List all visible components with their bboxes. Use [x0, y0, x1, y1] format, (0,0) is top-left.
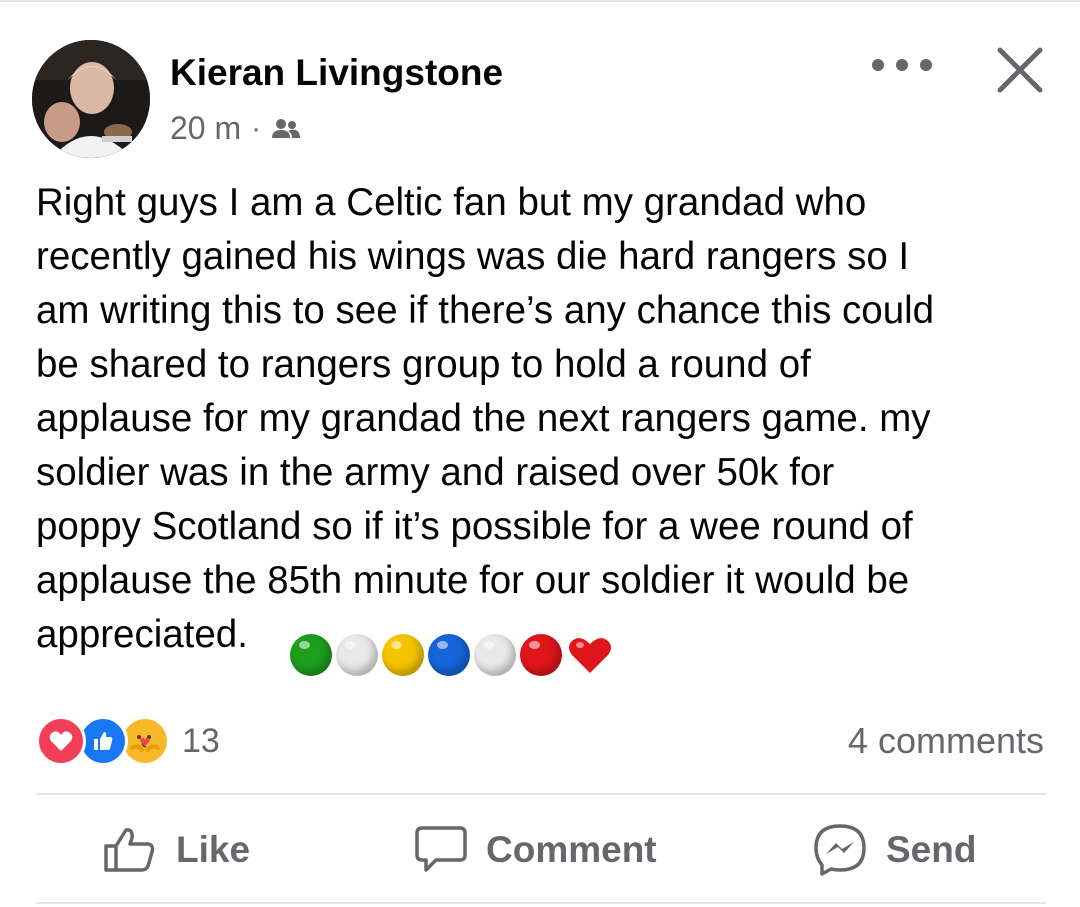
blue-circle-emoji	[428, 634, 470, 676]
divider	[36, 793, 1046, 795]
send-button[interactable]: Send	[812, 818, 976, 882]
reactions-summary[interactable]: 13	[36, 716, 220, 766]
more-dot	[920, 59, 932, 71]
reaction-count: 13	[182, 721, 220, 760]
more-dot	[872, 59, 884, 71]
avatar-photo	[32, 40, 150, 158]
thumbs-up-icon	[104, 828, 155, 872]
comments-count[interactable]: 4 comments	[848, 720, 1044, 762]
green-circle-emoji	[290, 634, 332, 676]
emoji-row	[290, 634, 612, 676]
comment-button[interactable]: Comment	[414, 818, 657, 882]
friends-icon	[272, 118, 301, 138]
top-border	[0, 0, 1080, 2]
post-text: Right guys I am a Celtic fan but my gran…	[36, 181, 935, 656]
post-meta: 20 m ·	[170, 110, 301, 147]
yellow-circle-emoji	[382, 634, 424, 676]
like-label: Like	[176, 829, 251, 870]
author-name[interactable]: Kieran Livingstone	[170, 52, 503, 94]
messenger-icon	[814, 824, 866, 876]
close-button[interactable]	[992, 42, 1048, 98]
avatar[interactable]	[32, 40, 150, 158]
more-options-button[interactable]	[872, 50, 932, 80]
white-circle-emoji	[336, 634, 378, 676]
send-label: Send	[886, 829, 977, 870]
like-button[interactable]: Like	[102, 818, 250, 882]
comment-label: Comment	[486, 829, 657, 870]
comment-icon	[415, 826, 467, 872]
more-dot	[896, 59, 908, 71]
white-circle-emoji	[474, 634, 516, 676]
post-time[interactable]: 20 m	[170, 110, 241, 147]
meta-separator: ·	[251, 111, 262, 145]
red-heart-emoji	[569, 638, 611, 673]
red-circle-emoji	[520, 634, 562, 676]
close-icon	[997, 47, 1043, 93]
divider	[36, 902, 1046, 904]
love-reaction-icon	[36, 716, 86, 766]
